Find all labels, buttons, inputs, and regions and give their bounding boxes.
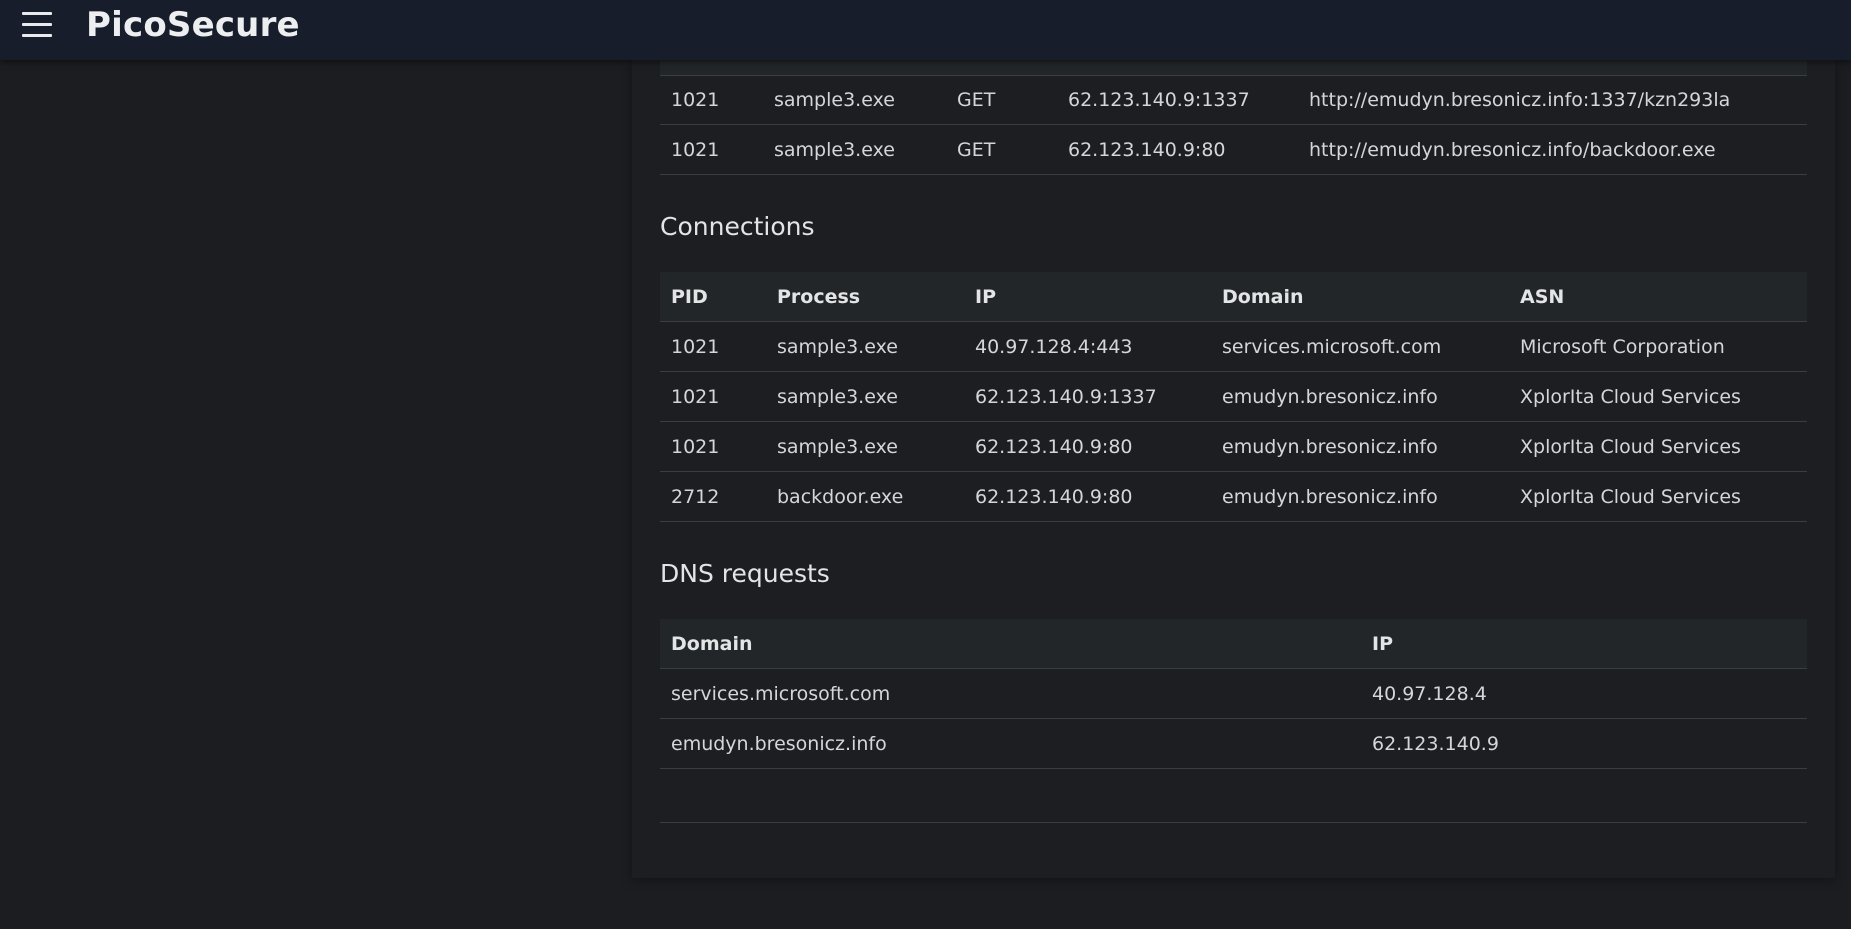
asn-cell: XplorIta Cloud Services <box>1509 371 1807 422</box>
url-cell: http://emudyn.bresonicz.info/backdoor.ex… <box>1298 124 1807 175</box>
table-header-row: PID Process IP Domain ASN <box>660 272 1807 322</box>
ip-cell: 62.123.140.9:80 <box>1057 124 1298 175</box>
table-row[interactable]: 1021 sample3.exe GET 62.123.140.9:80 htt… <box>660 124 1807 175</box>
menu-icon-bar <box>22 23 52 26</box>
table-row[interactable]: services.microsoft.com 40.97.128.4 <box>660 668 1807 719</box>
process-cell: sample3.exe <box>763 124 946 175</box>
process-cell: backdoor.exe <box>766 471 964 522</box>
domain-cell: emudyn.bresonicz.info <box>660 718 1361 769</box>
pid-cell: 1021 <box>660 371 766 422</box>
ip-cell: 40.97.128.4 <box>1361 668 1807 719</box>
asn-cell: XplorIta Cloud Services <box>1509 471 1807 522</box>
domain-cell: services.microsoft.com <box>1211 321 1509 372</box>
ip-cell: 62.123.140.9:1337 <box>964 371 1211 422</box>
ip-cell: 62.123.140.9 <box>1361 718 1807 769</box>
pid-cell: 1021 <box>660 124 763 175</box>
menu-icon-bar <box>22 12 52 15</box>
process-cell: sample3.exe <box>766 371 964 422</box>
table-row[interactable]: 1021 sample3.exe 62.123.140.9:1337 emudy… <box>660 371 1807 422</box>
url-cell: http://emudyn.bresonicz.info:1337/kzn293… <box>1298 75 1807 125</box>
asn-cell: Microsoft Corporation <box>1509 321 1807 372</box>
section-divider <box>660 822 1807 823</box>
table-row[interactable]: 1021 sample3.exe GET 62.123.140.9:1337 h… <box>660 75 1807 125</box>
ip-cell: 40.97.128.4:443 <box>964 321 1211 372</box>
http-requests-table: 1021 sample3.exe GET 62.123.140.9:1337 h… <box>660 75 1807 175</box>
dns-requests-heading: DNS requests <box>660 559 830 588</box>
column-header-domain[interactable]: Domain <box>660 619 1361 669</box>
column-header-process[interactable]: Process <box>766 272 964 322</box>
pid-cell: 1021 <box>660 421 766 472</box>
ip-cell: 62.123.140.9:80 <box>964 471 1211 522</box>
column-header-ip[interactable]: IP <box>1361 619 1807 669</box>
ip-cell: 62.123.140.9:1337 <box>1057 75 1298 125</box>
method-cell: GET <box>946 124 1057 175</box>
table-row[interactable]: 2712 backdoor.exe 62.123.140.9:80 emudyn… <box>660 471 1807 522</box>
app-title: PicoSecure <box>86 5 300 45</box>
pid-cell: 2712 <box>660 471 766 522</box>
column-header-domain[interactable]: Domain <box>1211 272 1509 322</box>
ip-cell: 62.123.140.9:80 <box>964 421 1211 472</box>
domain-cell: emudyn.bresonicz.info <box>1211 371 1509 422</box>
table-row[interactable]: emudyn.bresonicz.info 62.123.140.9 <box>660 718 1807 769</box>
method-cell: GET <box>946 75 1057 125</box>
column-header-pid[interactable]: PID <box>660 272 766 322</box>
process-cell: sample3.exe <box>763 75 946 125</box>
menu-icon-bar <box>22 34 52 37</box>
top-app-bar: PicoSecure <box>0 0 1851 60</box>
column-header-ip[interactable]: IP <box>964 272 1211 322</box>
column-header-asn[interactable]: ASN <box>1509 272 1807 322</box>
connections-table: PID Process IP Domain ASN 1021 sample3.e… <box>660 272 1807 522</box>
pid-cell: 1021 <box>660 321 766 372</box>
menu-icon[interactable] <box>22 12 52 38</box>
process-cell: sample3.exe <box>766 421 964 472</box>
domain-cell: services.microsoft.com <box>660 668 1361 719</box>
process-cell: sample3.exe <box>766 321 964 372</box>
domain-cell: emudyn.bresonicz.info <box>1211 471 1509 522</box>
dns-requests-table: Domain IP services.microsoft.com 40.97.1… <box>660 619 1807 769</box>
connections-heading: Connections <box>660 212 815 241</box>
table-header-row: Domain IP <box>660 619 1807 669</box>
domain-cell: emudyn.bresonicz.info <box>1211 421 1509 472</box>
asn-cell: XplorIta Cloud Services <box>1509 421 1807 472</box>
http-requests-header-strip <box>660 60 1807 76</box>
report-card: 1021 sample3.exe GET 62.123.140.9:1337 h… <box>632 60 1835 878</box>
table-row[interactable]: 1021 sample3.exe 40.97.128.4:443 service… <box>660 321 1807 372</box>
table-row[interactable]: 1021 sample3.exe 62.123.140.9:80 emudyn.… <box>660 421 1807 472</box>
pid-cell: 1021 <box>660 75 763 125</box>
